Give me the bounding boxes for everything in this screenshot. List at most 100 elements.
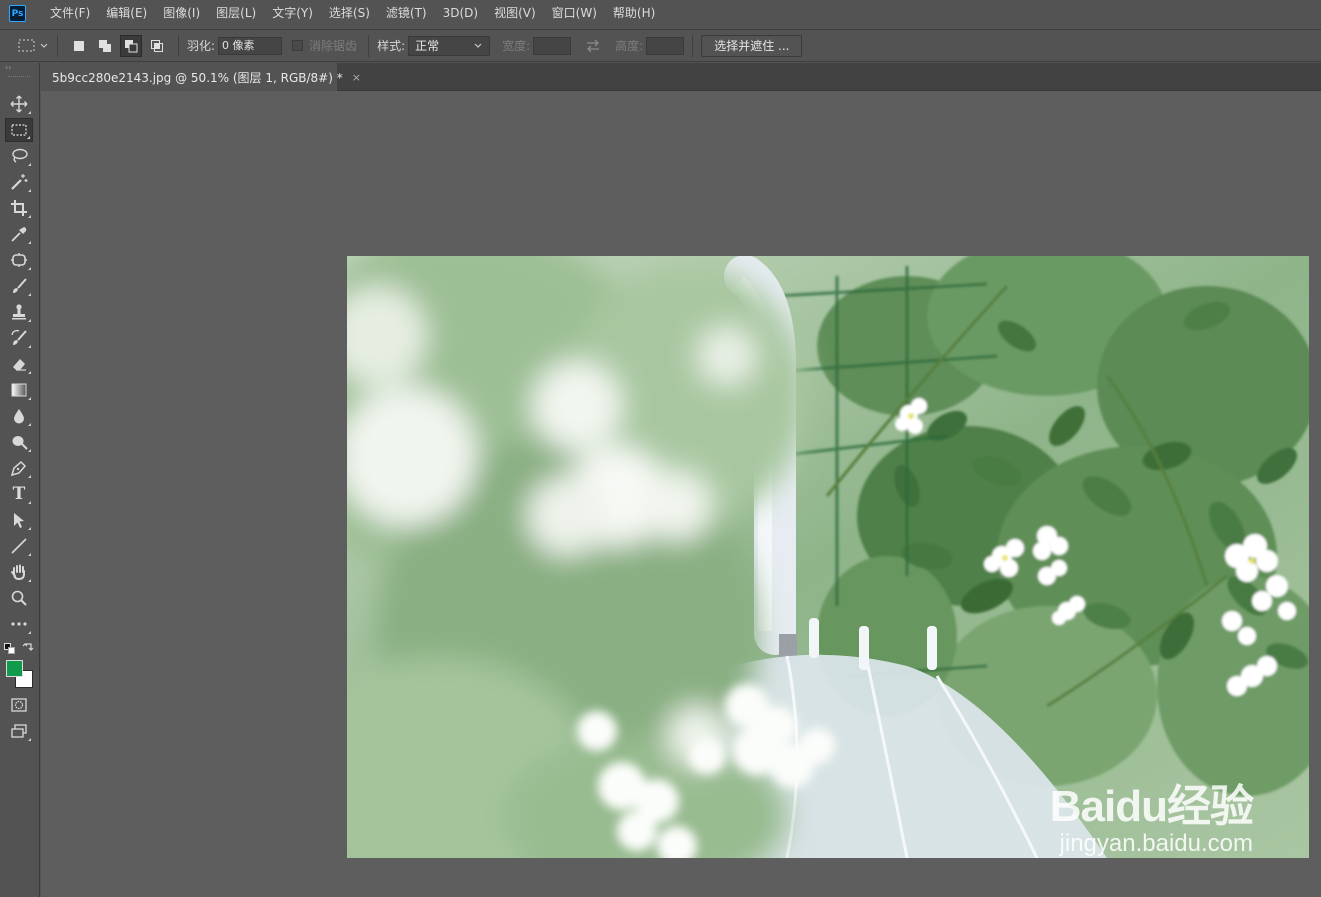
- ellipsis-icon: [11, 622, 27, 626]
- blur-tool[interactable]: [5, 404, 33, 428]
- menu-3d[interactable]: 3D(D): [435, 0, 486, 27]
- path-select-tool[interactable]: [5, 508, 33, 532]
- line-tool[interactable]: [5, 534, 33, 558]
- panel-grip[interactable]: [8, 76, 30, 80]
- chevron-down-icon: [40, 43, 48, 48]
- hand-tool[interactable]: [5, 560, 33, 584]
- subtract-selection-icon: [125, 39, 138, 52]
- menu-edit[interactable]: 编辑(E): [98, 0, 155, 27]
- patch-icon: [11, 253, 27, 267]
- height-input[interactable]: [646, 36, 685, 55]
- type-icon: T: [12, 484, 26, 504]
- chevron-down-icon: [474, 43, 482, 48]
- pen-icon: [10, 460, 27, 477]
- style-label: 样式:: [377, 39, 406, 53]
- antialias-checkbox[interactable]: [292, 40, 304, 51]
- antialias-label: 消除锯齿: [309, 39, 358, 53]
- eraser-tool[interactable]: [5, 352, 33, 376]
- eyedropper-tool[interactable]: [5, 222, 33, 246]
- intersect-selection-button[interactable]: [146, 35, 168, 57]
- screen-mode-button[interactable]: [5, 719, 33, 743]
- crop-tool[interactable]: [5, 196, 33, 220]
- zoom-tool[interactable]: [5, 586, 33, 610]
- separator: [57, 34, 58, 57]
- subtract-selection-button[interactable]: [120, 34, 142, 57]
- width-input[interactable]: [533, 36, 572, 55]
- menu-help[interactable]: 帮助(H): [605, 0, 663, 27]
- rect-marquee-tool[interactable]: [5, 118, 33, 142]
- add-selection-button[interactable]: [94, 35, 116, 57]
- quick-mask-icon: [11, 698, 27, 712]
- zoom-icon: [11, 590, 27, 606]
- add-selection-icon: [99, 39, 111, 52]
- pen-tool[interactable]: [5, 456, 33, 480]
- menu-window[interactable]: 窗口(W): [544, 0, 605, 27]
- document-tab[interactable]: 5b9cc280e2143.jpg @ 50.1% (图层 1, RGB/8#)…: [41, 63, 361, 91]
- watermark-url: jingyan.baidu.com: [1059, 830, 1253, 857]
- quick-mask-button[interactable]: [5, 693, 33, 717]
- gradient-tool[interactable]: [5, 378, 33, 402]
- intersect-selection-icon: [151, 39, 163, 52]
- path-select-icon: [14, 513, 24, 528]
- brush-tool[interactable]: [5, 274, 33, 298]
- tool-preset-picker[interactable]: [18, 39, 49, 53]
- feather-label: 羽化:: [187, 39, 216, 53]
- move-tool[interactable]: [5, 92, 33, 116]
- dodge-tool[interactable]: [5, 430, 33, 454]
- blur-drop-icon: [14, 409, 24, 424]
- swap-dimensions-icon[interactable]: [585, 39, 601, 53]
- menu-filter[interactable]: 滤镜(T): [378, 0, 435, 27]
- feather-input[interactable]: 0 像素: [218, 36, 283, 55]
- history-brush-icon: [11, 329, 27, 345]
- tools-panel: ›› T: [0, 63, 40, 897]
- crop-icon: [11, 200, 27, 216]
- watermark-brand: Baidu经验: [1049, 782, 1254, 831]
- menu-image[interactable]: 图像(I): [155, 0, 208, 27]
- photo-garden-umbrella: [347, 256, 1309, 858]
- menu-type[interactable]: 文字(Y): [264, 0, 321, 27]
- new-selection-icon: [74, 40, 84, 51]
- foreground-color-swatch[interactable]: [6, 660, 23, 677]
- lasso-tool[interactable]: [5, 144, 33, 168]
- separator: [178, 34, 179, 57]
- default-colors-icon[interactable]: [4, 643, 16, 655]
- height-label: 高度:: [615, 39, 644, 53]
- new-selection-button[interactable]: [68, 35, 90, 57]
- menu-file[interactable]: 文件(F): [38, 0, 98, 27]
- move-icon: [10, 95, 28, 113]
- history-brush-tool[interactable]: [5, 326, 33, 350]
- lasso-icon: [12, 148, 28, 163]
- style-dropdown[interactable]: 正常: [408, 35, 491, 56]
- close-icon[interactable]: ×: [352, 71, 361, 84]
- gradient-icon: [11, 383, 27, 397]
- style-value: 正常: [415, 39, 440, 53]
- stamp-tool[interactable]: [5, 300, 33, 324]
- dodge-icon: [12, 436, 28, 450]
- rect-marquee-icon: [11, 124, 27, 136]
- menu-bar: Ps 文件(F) 编辑(E) 图像(I) 图层(L) 文字(Y) 选择(S) 滤…: [0, 0, 1321, 27]
- photoshop-logo-icon[interactable]: Ps: [9, 5, 26, 22]
- width-label: 宽度:: [502, 39, 531, 53]
- hand-icon: [11, 564, 25, 581]
- patch-tool[interactable]: [5, 248, 33, 272]
- panel-collapse-icon[interactable]: ››: [0, 63, 39, 73]
- canvas-workspace[interactable]: Baidu经验 jingyan.baidu.com: [41, 91, 1321, 897]
- swap-colors-icon[interactable]: [22, 642, 34, 654]
- type-tool[interactable]: T: [5, 482, 33, 506]
- rect-marquee-icon: [18, 39, 35, 51]
- eyedropper-icon: [11, 227, 27, 242]
- magic-wand-icon: [11, 174, 28, 190]
- document-tab-bar: 5b9cc280e2143.jpg @ 50.1% (图层 1, RGB/8#)…: [41, 63, 1321, 91]
- document-canvas-image[interactable]: Baidu经验 jingyan.baidu.com: [347, 256, 1309, 858]
- screen-mode-icon: [11, 724, 27, 738]
- menu-select[interactable]: 选择(S): [321, 0, 378, 27]
- separator: [368, 34, 370, 57]
- more-tools[interactable]: [5, 612, 33, 636]
- line-icon: [11, 538, 27, 554]
- baidu-watermark: Baidu经验 jingyan.baidu.com: [1049, 782, 1254, 858]
- separator: [692, 34, 694, 57]
- menu-view[interactable]: 视图(V): [486, 0, 544, 27]
- menu-layer[interactable]: 图层(L): [208, 0, 264, 27]
- select-and-mask-button[interactable]: 选择并遮住 ...: [701, 34, 803, 57]
- magic-wand-tool[interactable]: [5, 170, 33, 194]
